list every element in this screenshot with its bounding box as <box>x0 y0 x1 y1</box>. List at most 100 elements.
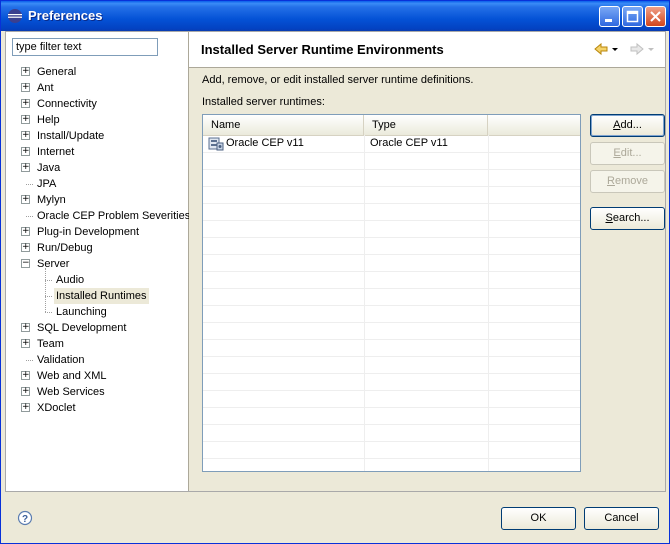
table-row[interactable]: Oracle CEP v11 Oracle CEP v11 <box>203 135 580 153</box>
preference-tree-pane: + General + Ant + Connectivity + Help + Install/U… <box>6 32 190 491</box>
tree-connector <box>45 280 52 281</box>
preference-page: Installed Server Runtime Environments Ad… <box>189 32 665 491</box>
expand-icon[interactable]: + <box>21 226 30 236</box>
expand-icon[interactable]: + <box>21 194 30 204</box>
table-row <box>203 356 580 374</box>
tree-item[interactable]: Audio <box>6 272 188 288</box>
expander-glyph: + <box>22 322 30 332</box>
close-button[interactable] <box>645 6 666 27</box>
expander-glyph: + <box>22 66 30 76</box>
table-row <box>203 390 580 408</box>
tree-item[interactable]: + Plug-in Development <box>6 224 188 240</box>
edit-button[interactable]: Edit... <box>590 142 665 165</box>
column-header-name[interactable]: Name <box>203 115 364 135</box>
table-row <box>203 203 580 221</box>
server-runtime-icon <box>208 137 224 151</box>
expand-icon[interactable]: + <box>21 66 30 76</box>
minimize-button[interactable] <box>599 6 620 27</box>
cancel-button[interactable]: Cancel <box>584 507 659 530</box>
expand-icon[interactable]: + <box>21 338 30 348</box>
tree-item[interactable]: + Web and XML <box>6 368 188 384</box>
table-row <box>203 322 580 340</box>
expander-glyph: + <box>22 194 30 204</box>
tree-item-label: Java <box>37 162 61 174</box>
tree-item[interactable]: + Web Services <box>6 384 188 400</box>
expand-icon[interactable]: + <box>21 114 30 124</box>
search-label: earch... <box>612 212 650 224</box>
expand-icon[interactable]: + <box>21 98 30 108</box>
expander-glyph: + <box>22 162 30 172</box>
tree-item[interactable]: + Run/Debug <box>6 240 188 256</box>
tree-item[interactable]: JPA <box>6 176 188 192</box>
tree-item[interactable]: Oracle CEP Problem Severities <box>6 208 190 224</box>
tree-item[interactable]: Installed Runtimes <box>6 288 188 304</box>
back-dropdown-icon[interactable] <box>611 41 619 57</box>
table-row <box>203 152 580 170</box>
tree-item-label: Connectivity <box>37 98 97 110</box>
tree-item-label: XDoclet <box>37 402 76 414</box>
back-arrow-icon[interactable] <box>593 41 609 57</box>
page-title: Installed Server Runtime Environments <box>201 42 444 57</box>
tree-item[interactable]: + XDoclet <box>6 400 188 416</box>
expander-glyph: + <box>22 338 30 348</box>
table-row <box>203 339 580 357</box>
tree-item-label: Web and XML <box>37 370 107 382</box>
tree-item-label: Web Services <box>37 386 105 398</box>
expand-icon[interactable]: + <box>21 242 30 252</box>
table-row <box>203 271 580 289</box>
expand-icon[interactable]: + <box>21 146 30 156</box>
tree-item[interactable]: + Install/Update <box>6 128 188 144</box>
expand-icon[interactable]: + <box>21 162 30 172</box>
tree-item[interactable]: Validation <box>6 352 188 368</box>
tree-item-label: General <box>37 66 77 78</box>
forward-arrow-icon <box>630 42 644 56</box>
remove-button[interactable]: Remove <box>590 170 665 193</box>
expander-glyph: + <box>22 370 30 380</box>
tree-item-label: Mylyn <box>37 194 66 206</box>
help-icon[interactable]: ? <box>17 510 33 526</box>
tree-item-label: Team <box>37 338 64 350</box>
expand-icon[interactable]: + <box>21 402 30 412</box>
page-description: Add, remove, or edit installed server ru… <box>202 74 474 86</box>
tree-item-label: JPA <box>37 178 57 190</box>
runtimes-table[interactable]: Name Type Oracle CEP v11 Oracle CEP v11 <box>202 114 581 472</box>
tree-item-label: SQL Development <box>37 322 127 334</box>
tree-item-label: Launching <box>56 306 107 318</box>
tree-item[interactable]: + Help <box>6 112 188 128</box>
expand-icon[interactable]: + <box>21 82 30 92</box>
expand-icon[interactable]: + <box>21 322 30 332</box>
preferences-window: Preferences + General + Ant + Connectivity + He… <box>0 0 670 544</box>
tree-item[interactable]: − Server <box>6 256 188 272</box>
search-button[interactable]: Search... <box>590 207 665 230</box>
edit-label: dit... <box>620 147 642 159</box>
maximize-button[interactable] <box>622 6 643 27</box>
table-row <box>203 186 580 204</box>
filter-input[interactable] <box>12 38 158 56</box>
tree-item[interactable]: + Internet <box>6 144 188 160</box>
expand-icon[interactable]: + <box>21 386 30 396</box>
collapse-icon[interactable]: − <box>21 258 30 268</box>
edit-mnemonic: E <box>613 147 621 159</box>
expand-icon[interactable]: + <box>21 130 30 140</box>
tree-item-label: Validation <box>37 354 85 366</box>
tree-item-label: Run/Debug <box>37 242 93 254</box>
expander-glyph: − <box>22 258 30 268</box>
tree-item[interactable]: + SQL Development <box>6 320 188 336</box>
tree-item-label: Server <box>37 258 70 270</box>
add-button[interactable]: Add... <box>590 114 665 137</box>
tree-item[interactable]: + General <box>6 64 188 80</box>
title-bar[interactable]: Preferences <box>1 1 669 31</box>
tree-item[interactable]: + Mylyn <box>6 192 188 208</box>
ok-button[interactable]: OK <box>501 507 576 530</box>
tree-item[interactable]: + Connectivity <box>6 96 188 112</box>
expand-icon[interactable]: + <box>21 370 30 380</box>
table-row <box>203 373 580 391</box>
page-header: Installed Server Runtime Environments <box>189 32 665 68</box>
tree-item[interactable]: + Team <box>6 336 188 352</box>
search-mnemonic: S <box>605 212 613 224</box>
tree-item[interactable]: + Ant <box>6 80 188 96</box>
table-row <box>203 288 580 306</box>
column-header-type[interactable]: Type <box>364 115 488 135</box>
tree-item[interactable]: Launching <box>6 304 188 320</box>
tree-item[interactable]: + Java <box>6 160 188 176</box>
